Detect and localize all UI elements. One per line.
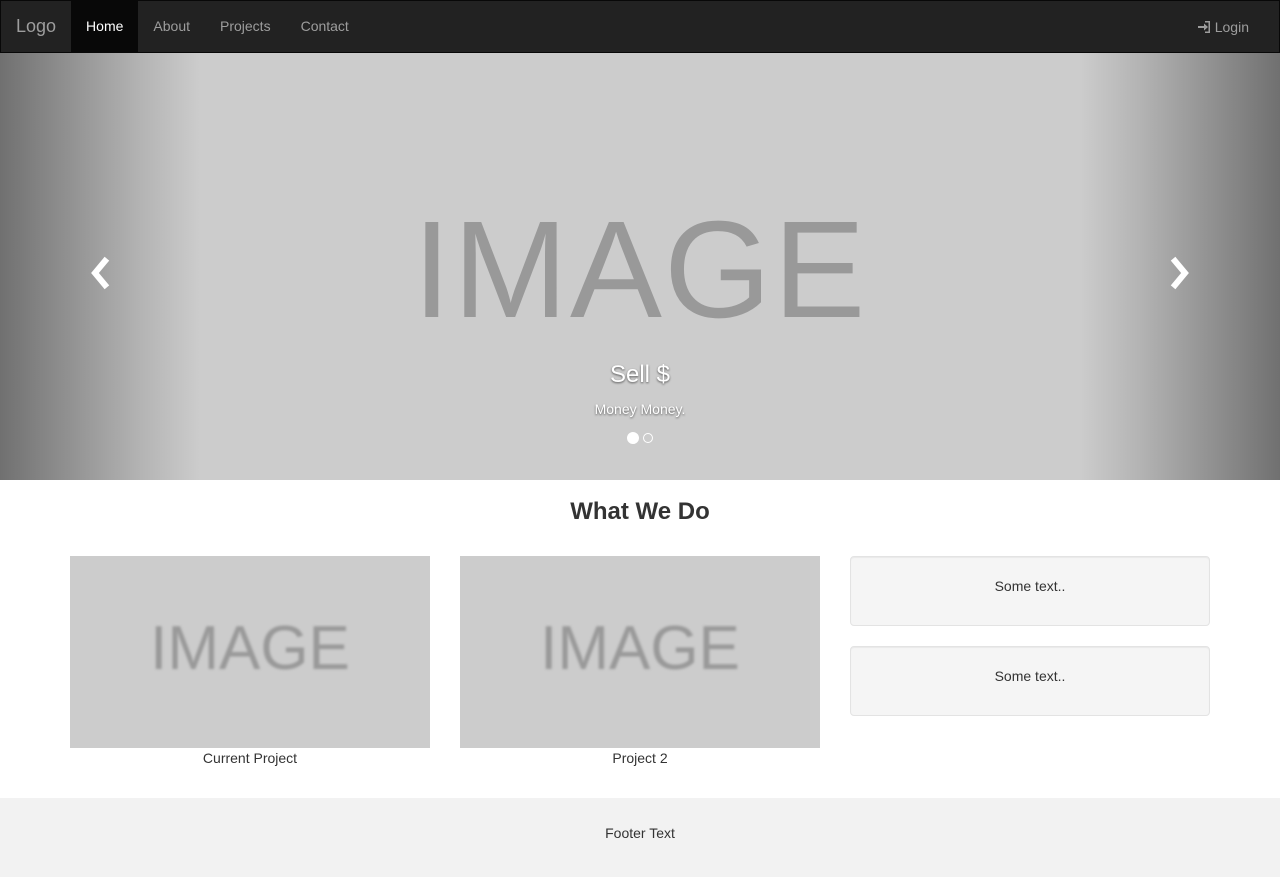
project-image-current: IMAGE xyxy=(70,556,430,748)
carousel-caption-title: Sell $ xyxy=(609,361,671,388)
text-well-1: Some text.. xyxy=(850,556,1210,626)
nav-item-projects[interactable]: Projects xyxy=(205,1,286,52)
login-link[interactable]: Login xyxy=(1197,1,1279,52)
text-well-2: Some text.. xyxy=(850,646,1210,716)
chevron-left-icon xyxy=(91,256,110,290)
hero-carousel: IMAGE Sell $ Money Money. xyxy=(0,53,1280,480)
nav-item-about[interactable]: About xyxy=(138,1,205,52)
chevron-right-icon xyxy=(1170,256,1189,290)
carousel-indicators xyxy=(0,432,1280,444)
top-navbar: Logo Home About Projects Contact Login xyxy=(0,0,1280,53)
project-caption-2: Project 2 xyxy=(612,750,668,766)
carousel-caption-text: Money Money. xyxy=(594,401,686,417)
login-label: Login xyxy=(1214,18,1249,35)
footer-text: Footer Text xyxy=(605,825,675,841)
project-caption-current: Current Project xyxy=(202,750,298,766)
carousel-indicator-2[interactable] xyxy=(643,433,653,443)
project-placeholder-text: IMAGE xyxy=(150,614,350,683)
carousel-indicator-1[interactable] xyxy=(627,432,639,444)
section-title: What We Do xyxy=(570,498,710,525)
project-placeholder-text: IMAGE xyxy=(540,614,740,683)
project-image-2: IMAGE xyxy=(460,556,820,748)
page-footer: Footer Text xyxy=(0,798,1280,877)
brand-logo[interactable]: Logo xyxy=(1,1,71,52)
nav-item-contact[interactable]: Contact xyxy=(286,1,364,52)
log-in-icon xyxy=(1197,20,1210,33)
nav-item-home[interactable]: Home xyxy=(71,1,139,52)
